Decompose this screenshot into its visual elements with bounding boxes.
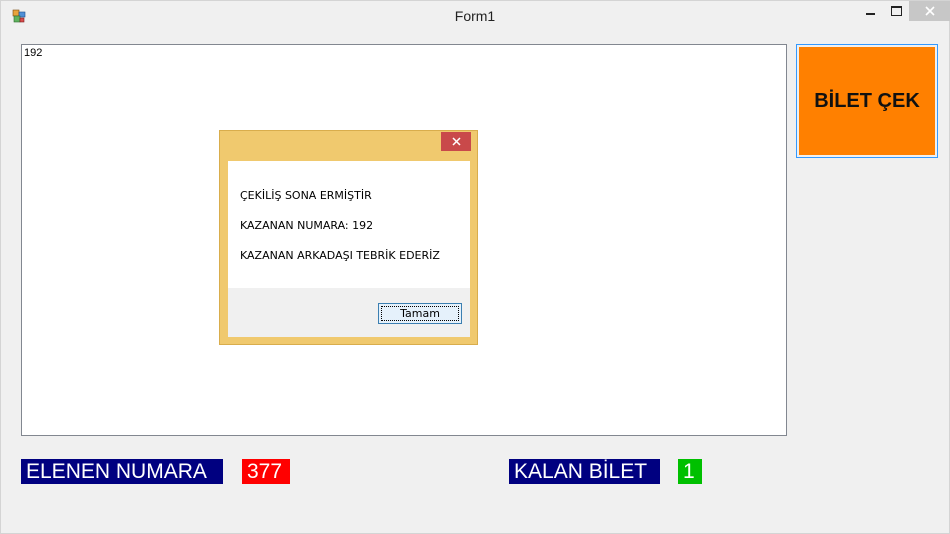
draw-ticket-label: BİLET ÇEK [800, 48, 934, 154]
dialog-message-line: KAZANAN ARKADAŞI TEBRİK EDERİZ [240, 249, 440, 262]
close-button[interactable] [909, 1, 950, 21]
maximize-icon [890, 6, 902, 16]
draw-ticket-button[interactable]: BİLET ÇEK [796, 44, 938, 158]
dialog-message-line: ÇEKİLİŞ SONA ERMİŞTİR [240, 189, 372, 202]
close-icon [924, 6, 935, 16]
title-bar[interactable]: Form1 [1, 1, 950, 32]
dialog-message-area: ÇEKİLİŞ SONA ERMİŞTİR KAZANAN NUMARA: 19… [228, 161, 470, 288]
maximize-button[interactable] [883, 1, 909, 21]
close-icon [451, 137, 461, 146]
minimize-icon [865, 13, 875, 15]
eliminated-number-label: ELENEN NUMARA [21, 459, 223, 484]
window-title: Form1 [454, 8, 496, 24]
remaining-tickets-value: 1 [678, 459, 702, 484]
ok-button[interactable]: Tamam [378, 303, 462, 324]
dialog-message-line: KAZANAN NUMARA: 192 [240, 219, 374, 232]
focus-rectangle [381, 306, 459, 321]
minimize-button[interactable] [857, 1, 883, 21]
message-dialog: ÇEKİLİŞ SONA ERMİŞTİR KAZANAN NUMARA: 19… [219, 130, 478, 345]
dialog-close-button[interactable] [441, 132, 471, 151]
dialog-footer: Tamam [228, 288, 470, 337]
eliminated-number-value: 377 [242, 459, 290, 484]
remaining-tickets-label: KALAN BİLET [509, 459, 660, 484]
